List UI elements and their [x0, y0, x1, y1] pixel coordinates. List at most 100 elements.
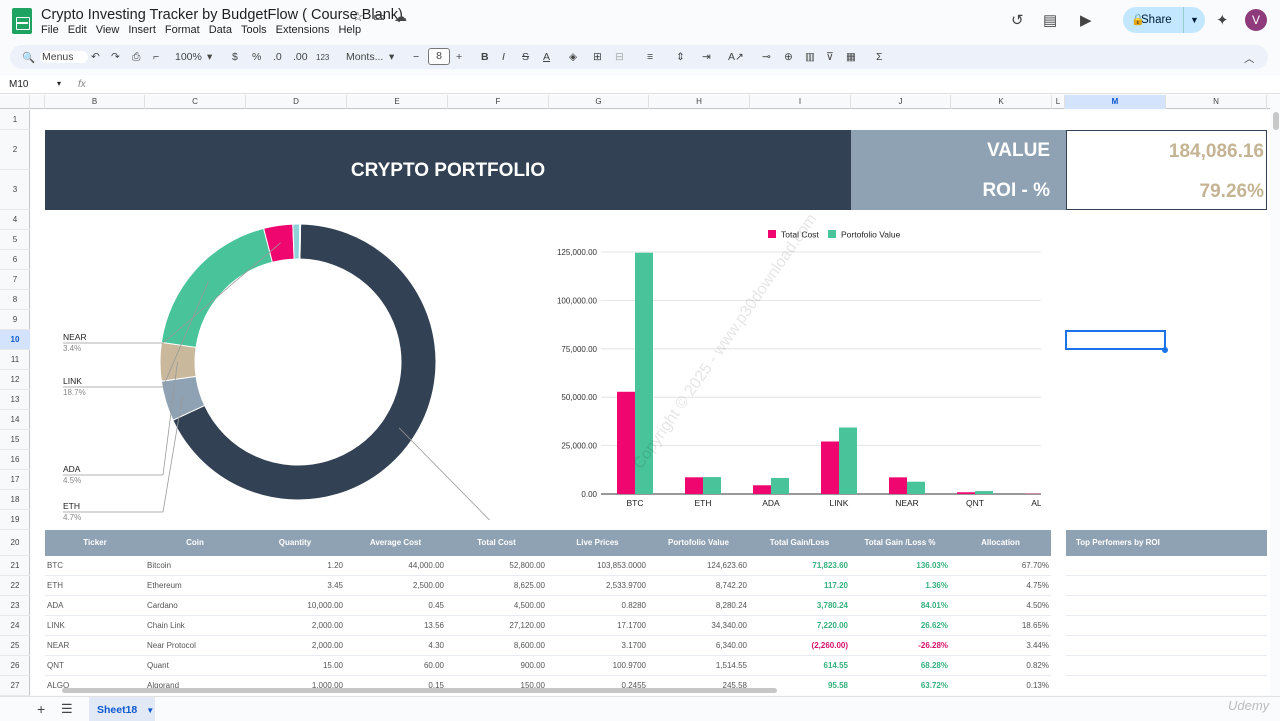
- column-header[interactable]: G: [549, 95, 649, 109]
- cell-cost[interactable]: 4,500.00: [448, 596, 545, 616]
- cell-ticker[interactable]: ADA: [47, 596, 143, 616]
- cell-gain-pct[interactable]: 136.03%: [852, 556, 948, 576]
- cell-qty[interactable]: 3.45: [247, 576, 343, 596]
- cell-alloc[interactable]: 67.70%: [952, 556, 1049, 576]
- cell-cost[interactable]: 27,120.00: [448, 616, 545, 636]
- sheet-tab-active[interactable]: Sheet18 ▼: [89, 697, 155, 721]
- cell-gain[interactable]: 71,823.60: [751, 556, 848, 576]
- row-header-15[interactable]: 15: [0, 430, 30, 450]
- font-size-decrease-icon[interactable]: −: [413, 51, 419, 63]
- row-header-13[interactable]: 13: [0, 390, 30, 410]
- all-sheets-icon[interactable]: ☰: [61, 701, 73, 717]
- top-performers-cell[interactable]: [1066, 636, 1267, 656]
- column-header[interactable]: D: [246, 95, 347, 109]
- sheet-tab-menu-icon[interactable]: ▼: [146, 706, 154, 715]
- column-header-selected[interactable]: M: [1065, 95, 1166, 109]
- row-header-20[interactable]: 20: [0, 530, 30, 556]
- cell-alloc[interactable]: 0.82%: [952, 656, 1049, 676]
- cell-gain[interactable]: 117.20: [751, 576, 848, 596]
- cell-live[interactable]: 3.1700: [549, 636, 646, 656]
- fill-color-icon[interactable]: ◈: [569, 51, 577, 63]
- align-horizontal-icon[interactable]: ≡: [647, 51, 653, 63]
- cell-alloc[interactable]: 3.44%: [952, 636, 1049, 656]
- row-header-10[interactable]: 10: [0, 330, 30, 350]
- menu-view[interactable]: View: [96, 24, 120, 36]
- avatar[interactable]: V: [1245, 9, 1267, 31]
- cell-live[interactable]: 2,533.9700: [549, 576, 646, 596]
- cell-alloc[interactable]: 0.13%: [952, 676, 1049, 695]
- cell-gain[interactable]: 7,220.00: [751, 616, 848, 636]
- version-history-icon[interactable]: ↺: [1011, 11, 1024, 29]
- cell-ticker[interactable]: NEAR: [47, 636, 143, 656]
- cell-cost[interactable]: 52,800.00: [448, 556, 545, 576]
- row-header-16[interactable]: 16: [0, 450, 30, 470]
- sheet-grid[interactable]: CRYPTO PORTFOLIO VALUE ROI - % 184,086.1…: [31, 110, 1270, 695]
- collapse-toolbar-icon[interactable]: ︿: [1244, 51, 1255, 66]
- merge-cells-icon[interactable]: ⊟: [615, 51, 624, 63]
- horizontal-scrollbar[interactable]: [62, 688, 777, 693]
- table-row[interactable]: LINKChain Link2,000.0013.5627,120.0017.1…: [45, 616, 1051, 636]
- filter-views-icon[interactable]: ▦: [846, 51, 856, 63]
- cell-alloc[interactable]: 4.50%: [952, 596, 1049, 616]
- row-header-14[interactable]: 14: [0, 410, 30, 430]
- row-header-4[interactable]: 4: [0, 210, 30, 230]
- cell-value[interactable]: 1,514.55: [650, 656, 747, 676]
- column-header[interactable]: K: [951, 95, 1052, 109]
- row-header-11[interactable]: 11: [0, 350, 30, 370]
- top-performers-cell[interactable]: [1066, 656, 1267, 676]
- add-sheet-icon[interactable]: +: [37, 701, 45, 717]
- row-header-12[interactable]: 12: [0, 370, 30, 390]
- menu-insert[interactable]: Insert: [128, 24, 156, 36]
- menu-tools[interactable]: Tools: [241, 24, 267, 36]
- insert-link-icon[interactable]: ⊸: [762, 51, 771, 63]
- cell-cost[interactable]: 900.00: [448, 656, 545, 676]
- row-header-24[interactable]: 24: [0, 616, 30, 636]
- name-box-chevron-icon[interactable]: ▾: [57, 79, 61, 88]
- row-header-25[interactable]: 25: [0, 636, 30, 656]
- row-header-22[interactable]: 22: [0, 576, 30, 596]
- cell-qty[interactable]: 2,000.00: [247, 616, 343, 636]
- cell-qty[interactable]: 15.00: [247, 656, 343, 676]
- text-color-icon[interactable]: A: [543, 51, 550, 63]
- cell-gain-pct[interactable]: 26.62%: [852, 616, 948, 636]
- redo-icon[interactable]: ↷: [111, 51, 120, 63]
- bold-icon[interactable]: B: [481, 51, 489, 63]
- text-rotation-icon[interactable]: A↗: [728, 51, 744, 63]
- number-format-button[interactable]: 123: [316, 53, 329, 62]
- cell-value[interactable]: 124,623.60: [650, 556, 747, 576]
- cell-gain-pct[interactable]: 1.36%: [852, 576, 948, 596]
- row-header-2[interactable]: 2: [0, 130, 30, 170]
- cell-gain-pct[interactable]: -26.28%: [852, 636, 948, 656]
- table-row[interactable]: NEARNear Protocol2,000.004.308,600.003.1…: [45, 636, 1051, 656]
- sheets-logo-icon[interactable]: [12, 8, 32, 34]
- name-box[interactable]: M10: [9, 79, 28, 90]
- font-size-input[interactable]: 8: [428, 48, 450, 65]
- column-header[interactable]: I: [750, 95, 851, 109]
- increase-decimal-button[interactable]: .00: [293, 51, 308, 63]
- cell-value[interactable]: 8,280.24: [650, 596, 747, 616]
- share-dropdown-icon[interactable]: ▼: [1183, 7, 1205, 33]
- column-header[interactable]: C: [145, 95, 246, 109]
- column-header[interactable]: E: [347, 95, 448, 109]
- top-performers-cell[interactable]: [1066, 616, 1267, 636]
- search-icon[interactable]: 🔍: [22, 51, 35, 64]
- cell-cost[interactable]: 8,625.00: [448, 576, 545, 596]
- vertical-scrollbar[interactable]: [1273, 112, 1279, 130]
- row-header-6[interactable]: 6: [0, 250, 30, 270]
- comments-icon[interactable]: ▤: [1043, 11, 1057, 29]
- fill-handle[interactable]: [1162, 347, 1168, 353]
- cell-coin[interactable]: Chain Link: [147, 616, 243, 636]
- functions-icon[interactable]: Σ: [876, 51, 883, 63]
- allocation-donut-chart[interactable]: BTC67.7%ETH4.7%ADA4.5%LINK18.7%NEAR3.4%: [45, 220, 535, 520]
- menus-search[interactable]: Menus: [40, 51, 88, 63]
- top-performers-cell[interactable]: [1066, 676, 1267, 695]
- decrease-decimal-button[interactable]: .0: [273, 51, 282, 63]
- cell-coin[interactable]: Cardano: [147, 596, 243, 616]
- row-header-27[interactable]: 27: [0, 676, 30, 696]
- table-row[interactable]: QNTQuant15.0060.00900.00100.97001,514.55…: [45, 656, 1051, 676]
- table-row[interactable]: ETHEthereum3.452,500.008,625.002,533.970…: [45, 576, 1051, 596]
- cell-gain[interactable]: 614.55: [751, 656, 848, 676]
- column-header[interactable]: B: [45, 95, 145, 109]
- font-select[interactable]: Monts...: [346, 51, 383, 63]
- cell-qty[interactable]: 2,000.00: [247, 636, 343, 656]
